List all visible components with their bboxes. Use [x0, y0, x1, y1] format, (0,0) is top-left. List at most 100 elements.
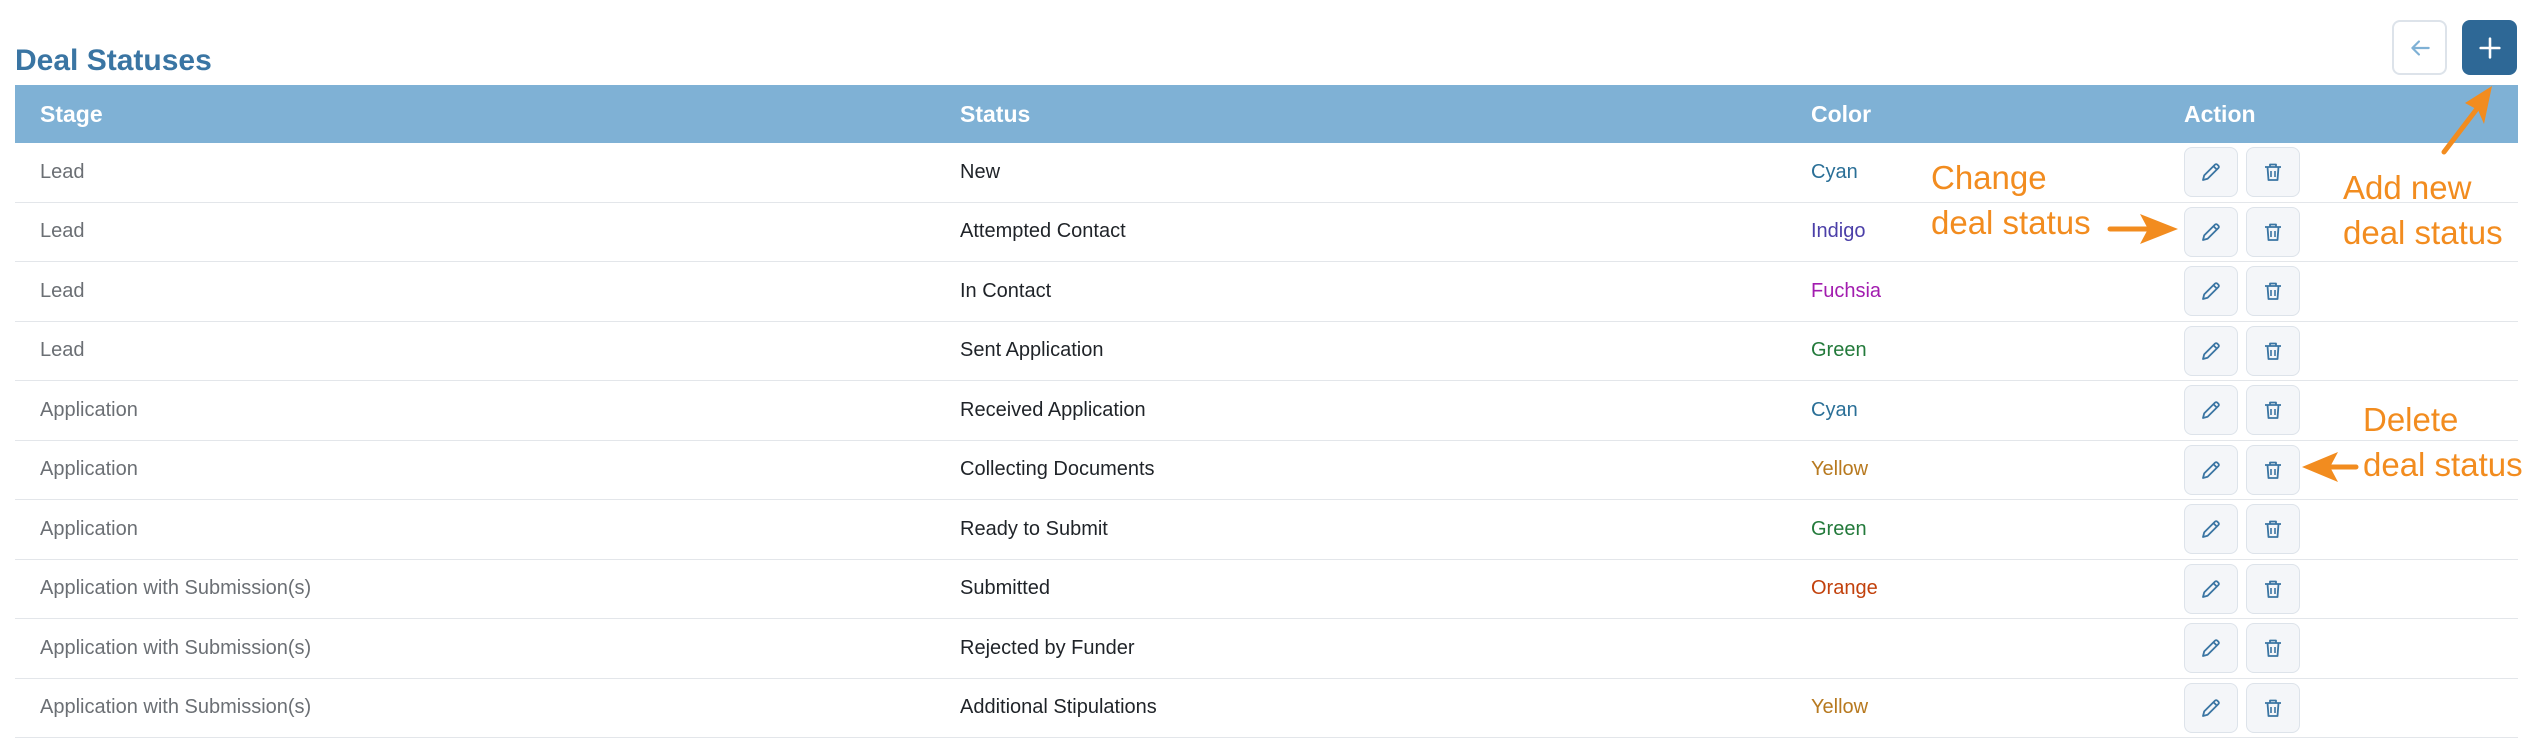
cell-color: Yellow	[1811, 458, 1869, 481]
pencil-icon	[2202, 341, 2220, 360]
delete-status-button[interactable]	[2246, 444, 2300, 495]
trash-icon	[2265, 401, 2281, 419]
cell-status: Received Application	[960, 398, 1146, 421]
delete-status-button[interactable]	[2246, 563, 2300, 614]
edit-status-button[interactable]	[2184, 682, 2238, 733]
cell-color: Yellow	[1811, 696, 1869, 719]
table-row: Application Ready to Submit Green	[15, 500, 2518, 560]
edit-status-button[interactable]	[2184, 385, 2238, 435]
annotation-add-status: Add new deal status	[2343, 165, 2503, 255]
trash-icon	[2265, 223, 2281, 241]
pencil-icon	[2202, 579, 2220, 598]
delete-status-button[interactable]	[2246, 385, 2300, 435]
cell-color: Green	[1811, 339, 1867, 362]
cell-stage: Lead	[40, 339, 85, 362]
row-actions	[2184, 385, 2300, 435]
annotation-change-line2: deal status	[1931, 204, 2091, 241]
annotation-add-line2: deal status	[2343, 214, 2503, 251]
cell-status: Rejected by Funder	[960, 636, 1135, 659]
edit-status-button[interactable]	[2184, 623, 2238, 673]
row-actions	[2184, 682, 2300, 733]
cell-stage: Lead	[40, 160, 85, 183]
cell-stage: Application with Submission(s)	[40, 577, 312, 600]
delete-status-button[interactable]	[2246, 206, 2300, 257]
plus-icon	[2478, 36, 2501, 59]
delete-status-button[interactable]	[2246, 682, 2300, 733]
column-header-color[interactable]: Color	[1811, 101, 1871, 128]
trash-icon	[2265, 520, 2281, 538]
trash-icon	[2265, 639, 2281, 657]
edit-status-button[interactable]	[2184, 444, 2238, 495]
row-actions	[2184, 563, 2300, 614]
annotation-delete-line2: deal status	[2363, 446, 2523, 483]
cell-stage: Application	[40, 458, 138, 481]
back-button[interactable]	[2392, 20, 2447, 75]
cell-stage: Lead	[40, 220, 85, 243]
table-row: Application Collecting Documents Yellow	[15, 441, 2518, 500]
arrow-left-icon	[2410, 39, 2430, 56]
delete-status-button[interactable]	[2246, 504, 2300, 554]
cell-stage: Application with Submission(s)	[40, 696, 312, 719]
cell-status: Attempted Contact	[960, 220, 1126, 243]
pencil-icon	[2202, 282, 2220, 300]
cell-status: Ready to Submit	[960, 517, 1108, 540]
edit-status-button[interactable]	[2184, 563, 2238, 614]
delete-status-button[interactable]	[2246, 266, 2300, 316]
trash-icon	[2265, 282, 2281, 300]
cell-color: Indigo	[1811, 220, 1866, 243]
add-deal-status-button[interactable]	[2462, 20, 2517, 75]
cell-status: Submitted	[960, 577, 1051, 600]
pencil-icon	[2202, 639, 2220, 657]
column-header-stage[interactable]: Stage	[40, 101, 103, 128]
row-actions	[2184, 266, 2300, 316]
deal-statuses-table: Stage Status Color Action Lead New Cyan Lea…	[15, 85, 2518, 738]
edit-status-button[interactable]	[2184, 325, 2238, 376]
pencil-icon	[2202, 222, 2220, 241]
row-actions	[2184, 325, 2300, 376]
table-header: Stage Status Color Action	[15, 85, 2518, 143]
delete-status-button[interactable]	[2246, 325, 2300, 376]
table-row: Lead Sent Application Green	[15, 322, 2518, 381]
cell-status: In Contact	[960, 279, 1052, 302]
cell-status: Sent Application	[960, 339, 1104, 362]
edit-status-button[interactable]	[2184, 147, 2238, 197]
annotation-change-status: Change deal status	[1931, 155, 2091, 245]
annotation-delete-status: Delete deal status	[2363, 397, 2523, 487]
trash-icon	[2265, 699, 2281, 717]
pencil-icon	[2202, 401, 2220, 419]
edit-status-button[interactable]	[2184, 266, 2238, 316]
cell-status: Additional Stipulations	[960, 696, 1157, 719]
row-actions	[2184, 623, 2300, 673]
row-actions	[2184, 444, 2300, 495]
annotation-delete-line1: Delete	[2363, 401, 2459, 438]
cell-color: Green	[1811, 517, 1867, 540]
trash-icon	[2265, 580, 2281, 598]
delete-status-button[interactable]	[2246, 147, 2300, 197]
edit-status-button[interactable]	[2184, 206, 2238, 257]
annotation-change-line1: Change	[1931, 159, 2047, 196]
table-row: Application with Submission(s) Submitted O…	[15, 560, 2518, 619]
pencil-icon	[2202, 520, 2220, 538]
cell-color: Orange	[1811, 577, 1878, 600]
trash-icon	[2265, 342, 2281, 360]
column-header-status[interactable]: Status	[960, 101, 1030, 128]
pencil-icon	[2202, 163, 2220, 181]
table-row: Lead Attempted Contact Indigo	[15, 203, 2518, 262]
annotation-add-line1: Add new	[2343, 169, 2472, 206]
table-row: Lead New Cyan	[15, 143, 2518, 203]
pencil-icon	[2202, 460, 2220, 479]
cell-stage: Application with Submission(s)	[40, 636, 312, 659]
cell-status: Collecting Documents	[960, 458, 1155, 481]
cell-color: Cyan	[1811, 398, 1858, 421]
trash-icon	[2265, 163, 2281, 181]
delete-status-button[interactable]	[2246, 623, 2300, 673]
table-row: Application with Submission(s) Rejected b…	[15, 619, 2518, 679]
cell-stage: Lead	[40, 279, 85, 302]
cell-stage: Application	[40, 398, 138, 421]
row-actions	[2184, 504, 2300, 554]
table-row: Application with Submission(s) Additional…	[15, 679, 2518, 738]
cell-status: New	[960, 160, 1001, 183]
cell-color: Cyan	[1811, 160, 1858, 183]
table-row: Lead In Contact Fuchsia	[15, 262, 2518, 322]
edit-status-button[interactable]	[2184, 504, 2238, 554]
